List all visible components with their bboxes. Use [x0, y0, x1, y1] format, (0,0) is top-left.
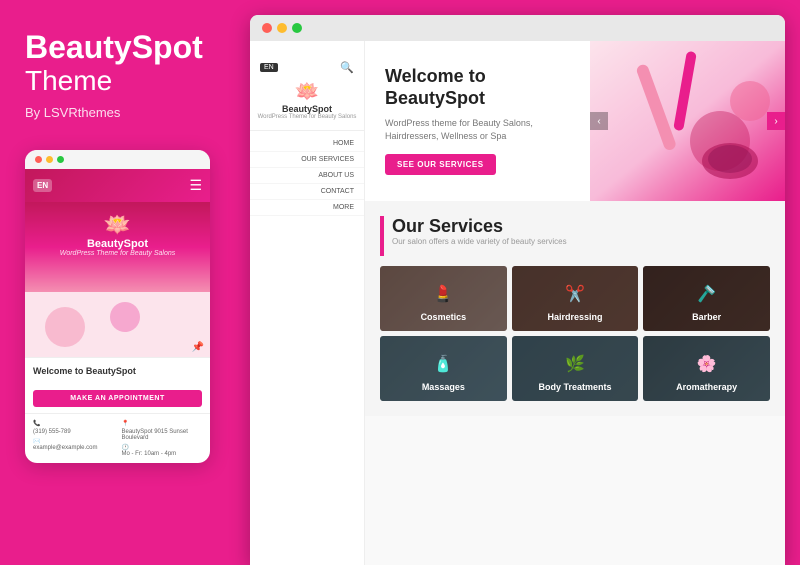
barber-icon: 🪒: [649, 284, 764, 304]
service-card-massages[interactable]: 🧴 Massages: [380, 336, 507, 401]
aromatherapy-label: Aromatherapy: [676, 382, 737, 392]
mobile-tagline: WordPress Theme for Beauty Salons: [35, 250, 200, 257]
mobile-lang-badge: EN: [33, 179, 52, 192]
browser-dot-green[interactable]: [292, 23, 302, 33]
mobile-lotus-icon: 🪷: [35, 212, 200, 238]
nav-brand: BeautySpot: [250, 104, 364, 114]
hero-next-arrow[interactable]: ›: [767, 112, 785, 130]
service-card-aromatherapy[interactable]: 🌸 Aromatherapy: [643, 336, 770, 401]
mobile-address-info: 📍 BeautySpot 9015 Sunset Boulevard 🕐 Mo …: [122, 420, 203, 457]
site-nav-header: 🪷 BeautySpot WordPress Theme for Beauty …: [250, 79, 364, 131]
nav-lang-row: EN 🔍: [250, 56, 364, 79]
hero-description: WordPress theme for Beauty Salons,Hairdr…: [385, 117, 570, 142]
hero-prev-arrow[interactable]: ‹: [590, 112, 608, 130]
nav-item-contact[interactable]: CONTACT: [250, 184, 364, 200]
mobile-menu-icon[interactable]: ☰: [189, 177, 202, 194]
mobile-mockup: EN ☰ 🪷 BeautySpot WordPress Theme for Be…: [25, 150, 210, 463]
mobile-photo-bg: [25, 292, 210, 357]
aromatherapy-icon: 🌸: [649, 354, 764, 374]
nav-lotus-icon: 🪷: [250, 79, 364, 104]
site-nav: EN 🔍 🪷 BeautySpot WordPress Theme for Be…: [250, 41, 365, 565]
barber-label: Barber: [692, 312, 721, 322]
mobile-pin-icon: 📌: [192, 342, 204, 353]
brand-title: BeautySpot Theme By LSVRthemes: [25, 30, 225, 150]
hero-image-bg: [590, 41, 785, 201]
hero-image: ‹ ›: [590, 41, 785, 201]
hero-title: Welcome to BeautySpot: [385, 66, 570, 109]
mobile-dot-green: [57, 156, 64, 163]
main-content: Welcome to BeautySpot WordPress theme fo…: [365, 41, 785, 565]
browser-content: EN 🔍 🪷 BeautySpot WordPress Theme for Be…: [250, 41, 785, 565]
hero-text: Welcome to BeautySpot WordPress theme fo…: [365, 41, 590, 201]
nav-tagline: WordPress Theme for Beauty Salons: [250, 114, 364, 120]
nav-item-more[interactable]: MORE: [250, 200, 364, 216]
hairdressing-icon: ✂️: [518, 284, 633, 304]
hairdressing-label: Hairdressing: [547, 312, 602, 322]
mobile-phone-info: 📞 (319) 555-789 ✉️ example@example.com: [33, 420, 114, 457]
massages-icon: 🧴: [386, 354, 501, 374]
service-card-body-treatments[interactable]: 🌿 Body Treatments: [512, 336, 639, 401]
massages-label: Massages: [422, 382, 465, 392]
body-treatments-label: Body Treatments: [538, 382, 611, 392]
nav-lang-badge[interactable]: EN: [260, 63, 278, 72]
services-section: Our Services Our salon offers a wide var…: [365, 201, 785, 416]
nav-item-about[interactable]: ABOUT US: [250, 168, 364, 184]
services-grid: 💄 Cosmetics ✂️ Hairdressing: [380, 266, 770, 401]
mobile-dot-red: [35, 156, 42, 163]
nav-menu: HOME OUR SERVICES ABOUT US CONTACT MORE: [250, 136, 364, 216]
mobile-welcome-section: Welcome to BeautySpot: [25, 357, 210, 384]
mobile-header: EN ☰: [25, 169, 210, 202]
services-title: Our Services: [392, 216, 567, 237]
nav-search-icon[interactable]: 🔍: [340, 61, 354, 74]
mobile-photo: 📌: [25, 292, 210, 357]
nav-item-services[interactable]: OUR SERVICES: [250, 152, 364, 168]
browser-top-bar: [250, 15, 785, 41]
hero-cta-button[interactable]: SEE OUR SERVICES: [385, 154, 496, 175]
services-header-text: Our Services Our salon offers a wide var…: [392, 216, 567, 246]
left-panel: BeautySpot Theme By LSVRthemes EN ☰ 🪷 Be…: [0, 0, 250, 550]
hero-section: Welcome to BeautySpot WordPress theme fo…: [365, 41, 785, 201]
mobile-welcome-text: Welcome to BeautySpot: [33, 366, 202, 376]
services-accent-bar: [380, 216, 384, 256]
services-header: Our Services Our salon offers a wide var…: [380, 216, 770, 256]
browser-dot-yellow[interactable]: [277, 23, 287, 33]
mobile-top-bar: [25, 150, 210, 169]
nav-item-home[interactable]: HOME: [250, 136, 364, 152]
mobile-dot-yellow: [46, 156, 53, 163]
service-card-hairdressing[interactable]: ✂️ Hairdressing: [512, 266, 639, 331]
mobile-appointment-button[interactable]: MAKE AN APPOINTMENT: [33, 390, 202, 407]
browser-window: EN 🔍 🪷 BeautySpot WordPress Theme for Be…: [250, 15, 785, 565]
service-card-cosmetics[interactable]: 💄 Cosmetics: [380, 266, 507, 331]
mobile-brand-name: BeautySpot: [35, 238, 200, 250]
body-treatments-icon: 🌿: [518, 354, 633, 374]
mobile-hero: 🪷 BeautySpot WordPress Theme for Beauty …: [25, 202, 210, 292]
cosmetics-icon: 💄: [386, 284, 501, 304]
service-card-barber[interactable]: 🪒 Barber: [643, 266, 770, 331]
mobile-footer-info: 📞 (319) 555-789 ✉️ example@example.com 📍…: [25, 413, 210, 463]
services-subtitle: Our salon offers a wide variety of beaut…: [392, 237, 567, 246]
browser-dot-red[interactable]: [262, 23, 272, 33]
cosmetics-label: Cosmetics: [421, 312, 467, 322]
